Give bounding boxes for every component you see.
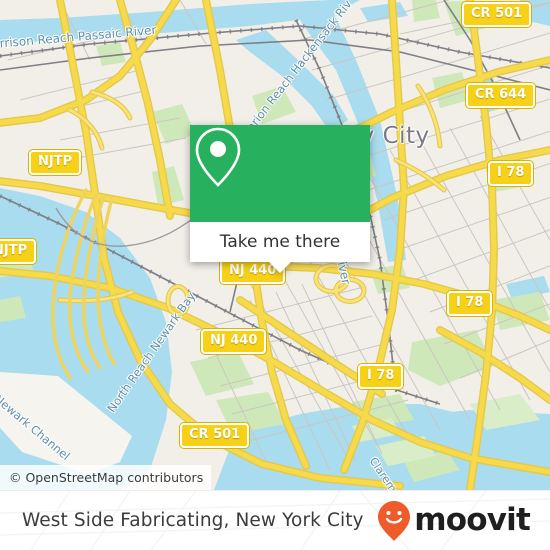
- route-shield-cr501-north[interactable]: CR 501: [462, 2, 532, 27]
- route-shield-njtp-lower[interactable]: NJTP: [0, 239, 37, 264]
- route-shield-cr644[interactable]: CR 644: [466, 83, 536, 108]
- screenshot-root: arrison Reach Passaic River Passaic Rive…: [0, 0, 550, 550]
- route-shield-njtp-upper[interactable]: NJTP: [29, 150, 82, 175]
- route-shield-cr501-south[interactable]: CR 501: [180, 423, 250, 448]
- location-title: West Side Fabricating, New York City: [22, 510, 364, 531]
- popup-pointer-tip: [269, 262, 291, 273]
- route-shield-i78-south[interactable]: I 78: [358, 364, 404, 389]
- moovit-wordmark: moovit: [414, 502, 531, 538]
- map-attribution[interactable]: © OpenStreetMap contributors: [0, 465, 212, 490]
- popup-icon-area: [190, 125, 370, 222]
- map-pin-icon: [195, 127, 241, 187]
- moovit-logo[interactable]: moovit: [377, 500, 531, 542]
- route-shield-i78-east[interactable]: I 78: [488, 161, 534, 186]
- footer-bar: West Side Fabricating, New York City moo…: [0, 490, 550, 550]
- route-shield-nj440-lower[interactable]: NJ 440: [201, 329, 267, 354]
- moovit-smile-pin-icon: [378, 500, 411, 541]
- location-popup-card[interactable]: Take me there: [190, 125, 370, 273]
- popup-action-bar[interactable]: Take me there: [190, 222, 370, 273]
- take-me-there-label: Take me there: [219, 232, 341, 252]
- route-shield-i78-center[interactable]: I 78: [447, 291, 493, 316]
- map-canvas[interactable]: arrison Reach Passaic River Passaic Rive…: [0, 0, 550, 490]
